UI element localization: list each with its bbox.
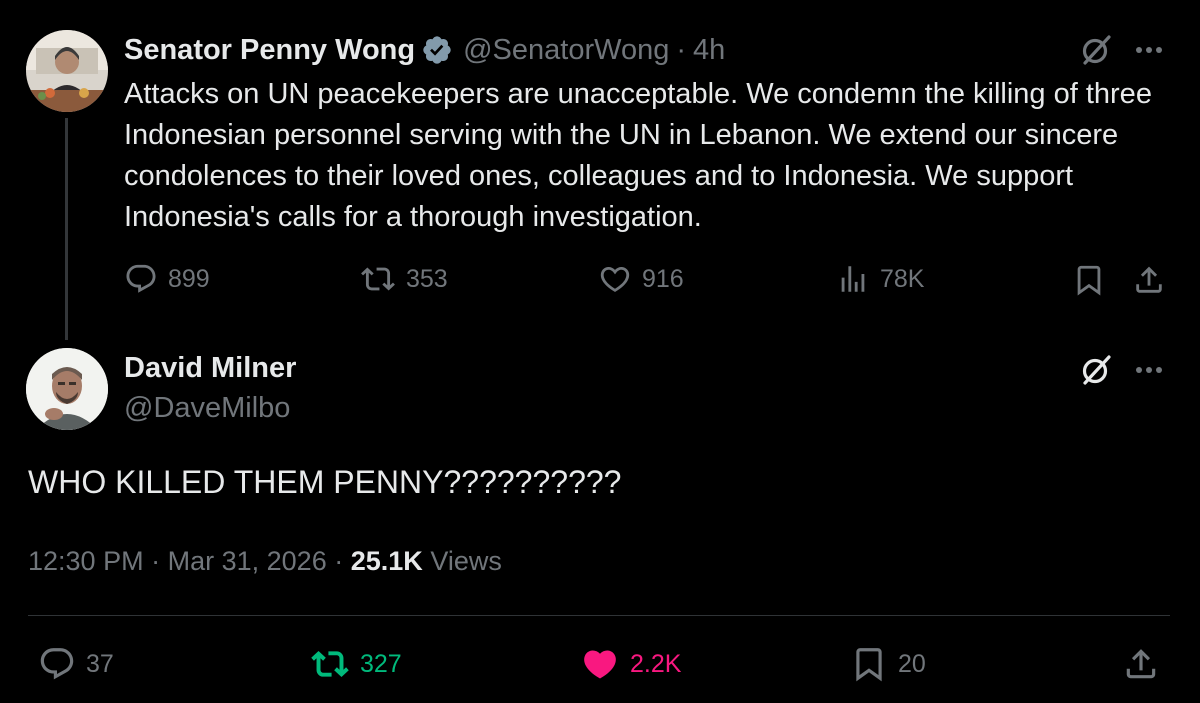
separator: · <box>334 546 344 576</box>
views-count: 78K <box>880 264 925 293</box>
bookmark-count: 20 <box>898 649 926 678</box>
repost-count: 353 <box>406 264 448 293</box>
share-icon[interactable] <box>1122 645 1160 688</box>
tweet-time[interactable]: 12:30 PM <box>28 546 144 576</box>
grok-icon[interactable] <box>1078 352 1114 393</box>
original-tweet-text: Attacks on UN peacekeepers are unaccepta… <box>124 78 1152 233</box>
divider <box>28 615 1170 616</box>
repost-count: 327 <box>360 649 402 678</box>
like-count: 2.2K <box>630 649 682 678</box>
repost-icon <box>361 267 395 291</box>
avatar-penny-wong[interactable] <box>26 30 108 112</box>
repost-action[interactable]: 327 <box>310 645 402 683</box>
views-action[interactable]: 78K <box>836 262 924 296</box>
reply-count: 37 <box>86 649 114 678</box>
bookmark-icon <box>856 648 882 682</box>
avatar-image <box>26 30 108 112</box>
avatar-david-milner[interactable] <box>26 348 108 430</box>
more-icon[interactable] <box>1134 360 1164 385</box>
reply-tweet-text: WHO KILLED THEM PENNY?????????? <box>28 464 622 500</box>
reply-action[interactable]: 899 <box>124 262 210 296</box>
avatar-image <box>26 348 108 430</box>
views-count: 25.1K <box>350 546 423 576</box>
reply-author-name[interactable]: David Milner <box>124 348 296 388</box>
bookmark-icon[interactable] <box>1072 263 1106 302</box>
like-count: 916 <box>642 264 684 293</box>
original-tweet-header: Senator Penny Wong @SenatorWong · 4h <box>124 30 725 70</box>
verified-badge-icon <box>423 36 451 64</box>
like-icon <box>600 266 630 292</box>
thread-line <box>65 118 68 340</box>
separator: · <box>151 546 161 576</box>
views-label: Views <box>430 546 502 576</box>
like-icon <box>584 650 616 679</box>
repost-action[interactable]: 353 <box>360 262 448 296</box>
reply-action[interactable]: 37 <box>38 645 114 683</box>
author-name[interactable]: Senator Penny Wong <box>124 34 415 67</box>
tweet-date[interactable]: Mar 31, 2026 <box>168 546 327 576</box>
share-icon[interactable] <box>1132 263 1166 302</box>
views-icon <box>841 266 865 292</box>
more-icon[interactable] <box>1134 40 1164 65</box>
time-ago[interactable]: 4h <box>693 34 725 67</box>
bookmark-action[interactable]: 20 <box>850 645 926 683</box>
tweet-metadata: 12:30 PM · Mar 31, 2026 · 25.1K Views <box>28 542 502 580</box>
like-action[interactable]: 916 <box>598 262 684 296</box>
reply-icon <box>40 648 74 680</box>
author-handle[interactable]: @SenatorWong <box>463 34 669 67</box>
like-action[interactable]: 2.2K <box>580 645 681 683</box>
grok-icon[interactable] <box>1078 32 1114 73</box>
separator: · <box>676 33 687 66</box>
reply-count: 899 <box>168 264 210 293</box>
reply-author-handle[interactable]: @DaveMilbo <box>124 388 290 428</box>
repost-icon <box>311 651 349 677</box>
reply-icon <box>126 264 156 293</box>
